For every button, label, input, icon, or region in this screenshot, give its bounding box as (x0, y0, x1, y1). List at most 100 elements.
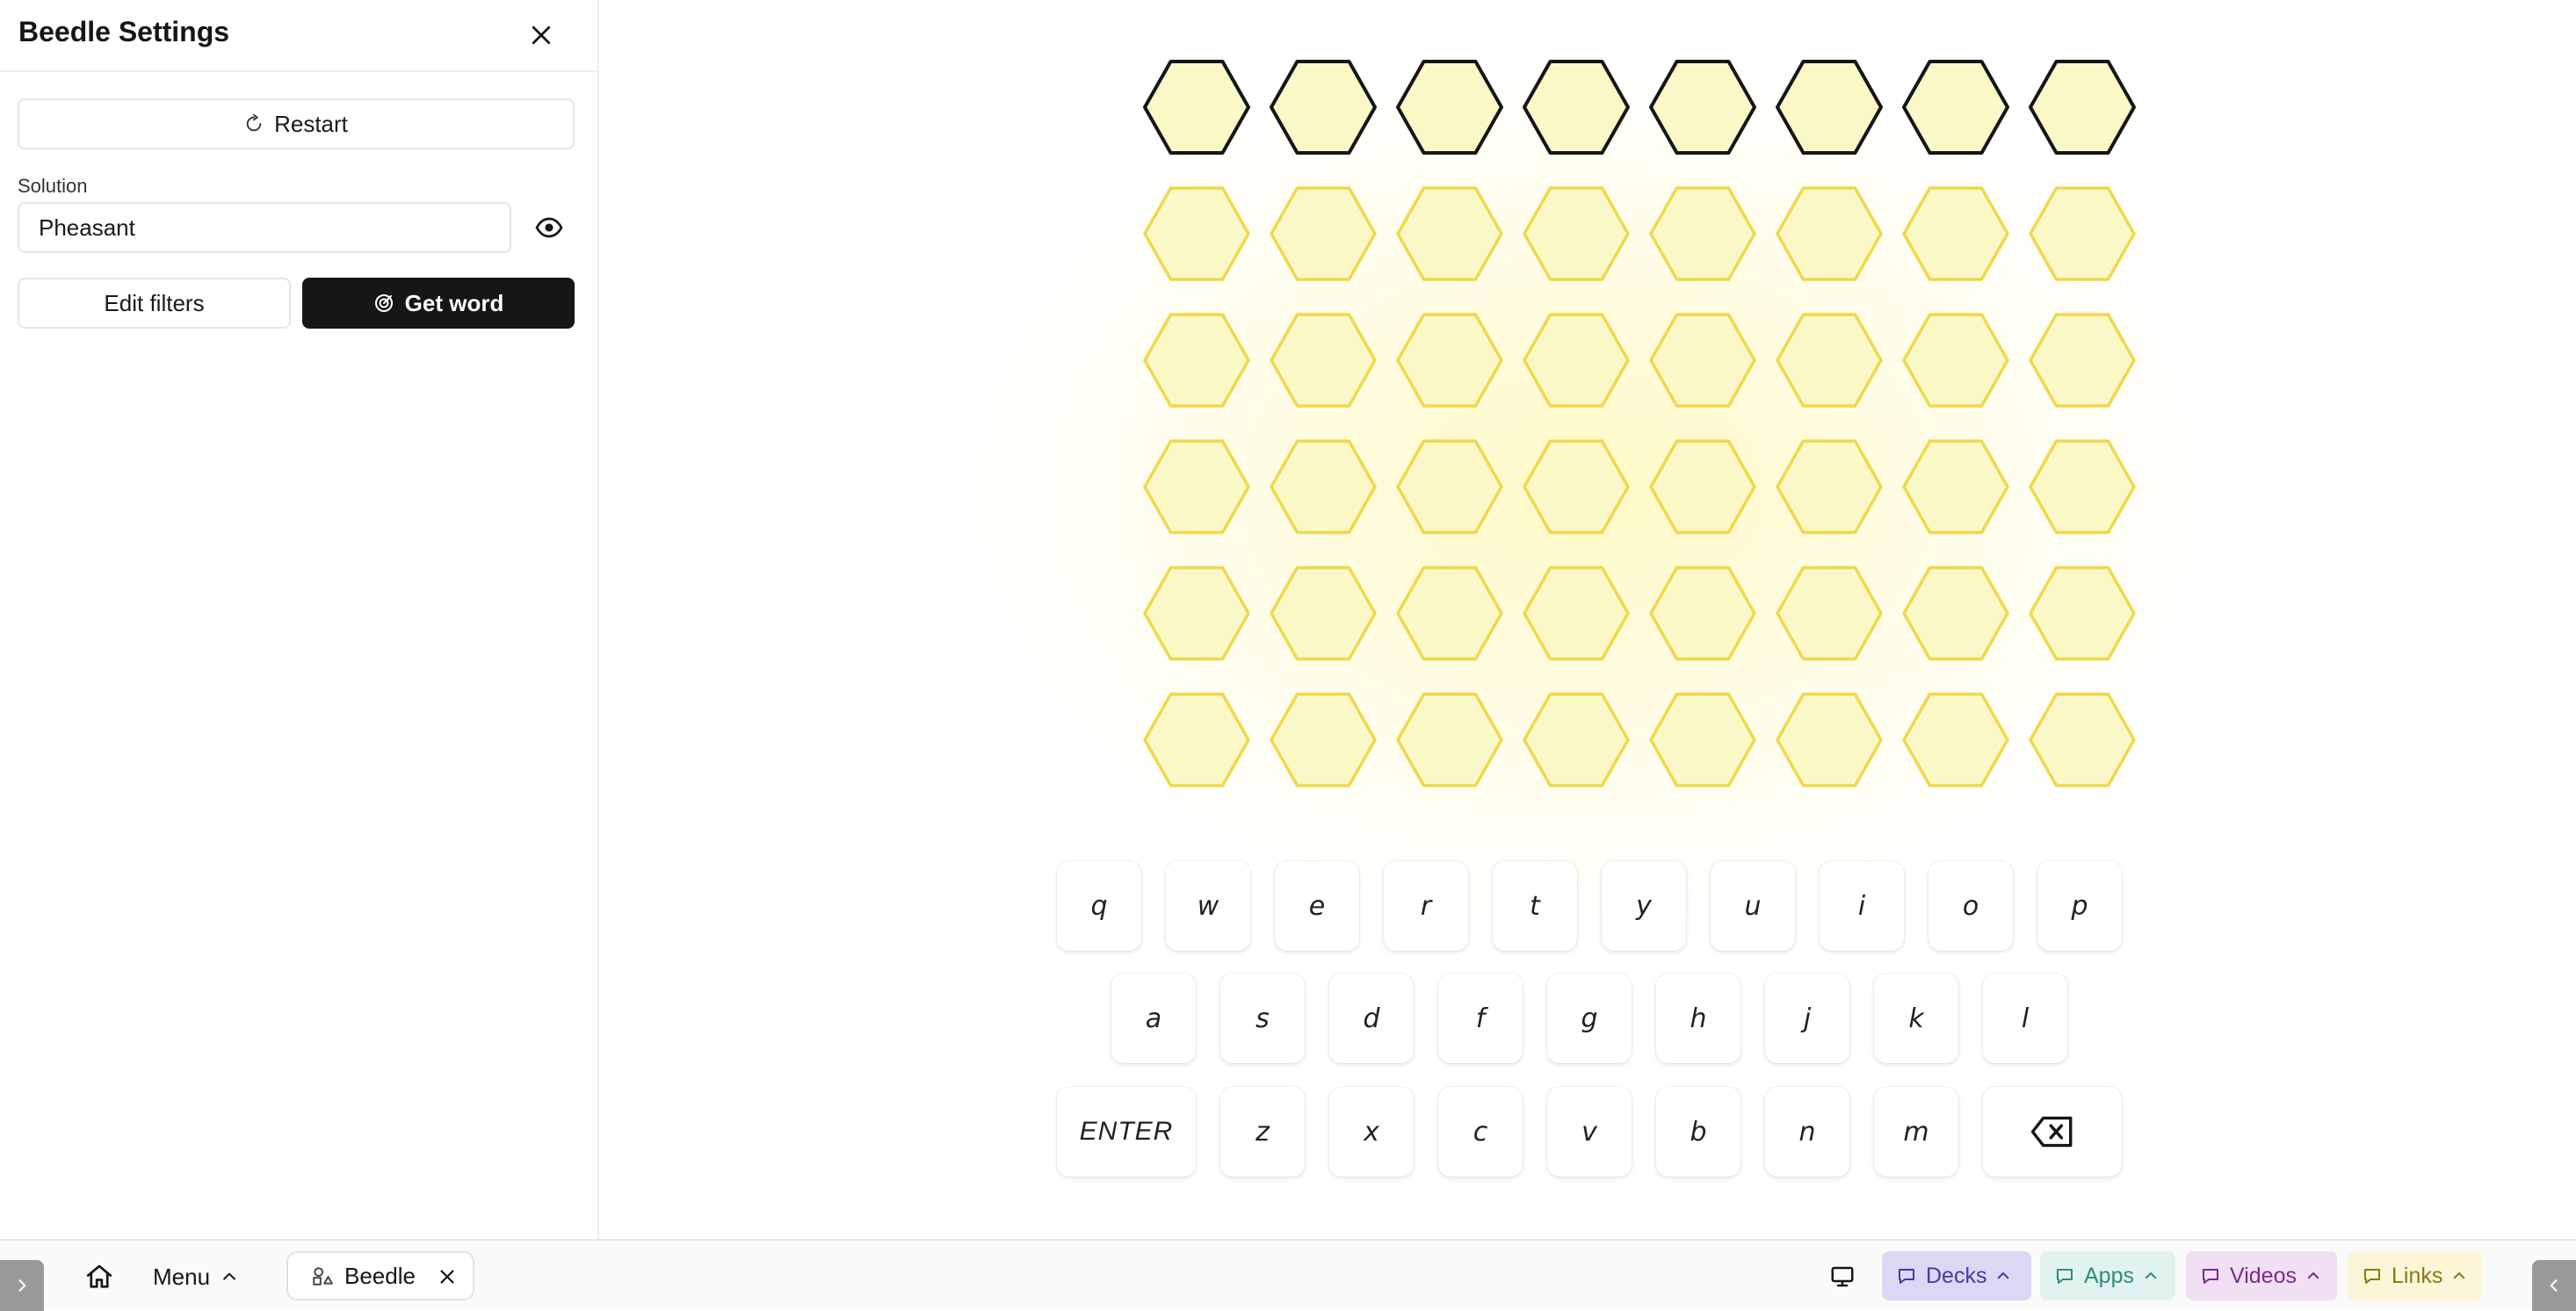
pill-label: Apps (2084, 1263, 2134, 1288)
letter-tile (1270, 186, 1377, 281)
pill-links[interactable]: Links (2348, 1251, 2483, 1300)
restart-icon (246, 114, 262, 132)
key-n[interactable]: n (1765, 1087, 1849, 1177)
key-r[interactable]: r (1384, 861, 1468, 951)
expand-left-button[interactable] (0, 1260, 44, 1311)
get-word-label: Get word (404, 289, 504, 316)
key-i[interactable]: i (1820, 861, 1904, 951)
letter-tile (1523, 186, 1630, 281)
key-u[interactable]: u (1711, 861, 1795, 951)
letter-tile (1143, 566, 1250, 661)
toggle-solution-visibility-button[interactable] (531, 209, 568, 246)
key-x[interactable]: x (1329, 1087, 1414, 1177)
edit-filters-button[interactable]: Edit filters (18, 278, 291, 329)
letter-tile (1902, 439, 2009, 534)
screen-toggle-button[interactable] (1829, 1253, 1856, 1300)
chevron-left-icon (2550, 1279, 2558, 1292)
chevron-right-icon (18, 1279, 26, 1292)
key-f[interactable]: f (1438, 974, 1523, 1063)
letter-tile (1396, 186, 1503, 281)
chevron-up-icon (2145, 1272, 2157, 1279)
key-e[interactable]: e (1275, 861, 1359, 951)
letter-tile (1902, 692, 2009, 787)
restart-button[interactable]: Restart (18, 98, 575, 149)
letter-tile (2029, 439, 2136, 534)
key-l[interactable]: l (1983, 974, 2067, 1063)
pill-videos[interactable]: Videos (2186, 1251, 2337, 1300)
settings-sidebar: Beedle Settings Restart Solution Edit fi… (0, 0, 599, 1239)
close-sidebar-button[interactable] (522, 16, 561, 54)
shapes-icon (313, 1267, 333, 1286)
expand-right-button[interactable] (2532, 1260, 2576, 1311)
pill-decks[interactable]: Decks (1882, 1251, 2031, 1300)
letter-tile (1776, 313, 1883, 408)
monitor-icon (1831, 1266, 1854, 1287)
letter-tile (1270, 439, 1377, 534)
home-icon (86, 1264, 112, 1288)
solution-input[interactable] (18, 202, 511, 253)
key-a[interactable]: a (1111, 974, 1196, 1063)
letter-tile (1143, 439, 1250, 534)
letter-tile (1649, 566, 1756, 661)
key-z[interactable]: z (1220, 1087, 1305, 1177)
key-enter[interactable]: ENTER (1057, 1087, 1196, 1177)
letter-tile (1776, 566, 1883, 661)
letter-tile (1523, 692, 1630, 787)
chevron-up-icon (223, 1272, 235, 1280)
chat-icon (2364, 1269, 2380, 1284)
letter-tile (2029, 186, 2136, 281)
key-g[interactable]: g (1547, 974, 1632, 1063)
key-c[interactable]: c (1438, 1087, 1523, 1177)
chat-icon (2057, 1269, 2073, 1284)
tab-beedle[interactable]: Beedle (286, 1251, 474, 1300)
key-s[interactable]: s (1220, 974, 1305, 1063)
get-word-button[interactable]: Get word (302, 278, 575, 329)
chevron-up-icon (2307, 1272, 2319, 1279)
sidebar-header: Beedle Settings (0, 0, 597, 72)
key-b[interactable]: b (1656, 1087, 1740, 1177)
key-d[interactable]: d (1329, 974, 1414, 1063)
letter-tile (1902, 60, 2009, 155)
letter-tile (1649, 439, 1756, 534)
letter-tile (1143, 313, 1250, 408)
letter-tile (1270, 60, 1377, 155)
letter-tile (1902, 186, 2009, 281)
letter-tile (2029, 692, 2136, 787)
key-k[interactable]: k (1874, 974, 1958, 1063)
key-q[interactable]: q (1057, 861, 1141, 951)
key-o[interactable]: o (1928, 861, 2013, 951)
game-area: q w e r t y u i o p a s d f g h j k l ENTER z x c v b n m (601, 0, 2576, 1239)
key-h[interactable]: h (1656, 974, 1740, 1063)
key-p[interactable]: p (2037, 861, 2122, 951)
letter-tile (1396, 313, 1503, 408)
key-backspace[interactable] (1983, 1087, 2122, 1177)
restart-label: Restart (274, 110, 348, 137)
key-m[interactable]: m (1874, 1087, 1958, 1177)
key-j[interactable]: j (1765, 974, 1849, 1063)
target-icon (374, 294, 393, 312)
key-v[interactable]: v (1547, 1087, 1632, 1177)
letter-tile (1776, 692, 1883, 787)
letter-tile (1523, 439, 1630, 534)
menu-label: Menu (153, 1263, 211, 1290)
letter-tile (1396, 692, 1503, 787)
letter-tile (2029, 313, 2136, 408)
guess-board (1143, 60, 2136, 787)
key-y[interactable]: y (1602, 861, 1686, 951)
bottom-taskbar: Menu Beedle Decks Apps Videos Links (0, 1239, 2576, 1311)
chat-icon (1899, 1269, 1914, 1284)
letter-tile (1649, 313, 1756, 408)
key-w[interactable]: w (1166, 861, 1250, 951)
letter-tile (1902, 313, 2009, 408)
letter-tile (1396, 439, 1503, 534)
letter-tile (1649, 60, 1756, 155)
chat-icon (2203, 1269, 2218, 1284)
key-t[interactable]: t (1493, 861, 1577, 951)
home-button[interactable] (84, 1253, 114, 1300)
close-tab-button[interactable] (434, 1264, 460, 1290)
edit-filters-label: Edit filters (104, 289, 205, 316)
pill-apps[interactable]: Apps (2040, 1251, 2175, 1300)
letter-tile (1776, 60, 1883, 155)
letter-tile (1523, 566, 1630, 661)
menu-button[interactable]: Menu (153, 1253, 238, 1300)
